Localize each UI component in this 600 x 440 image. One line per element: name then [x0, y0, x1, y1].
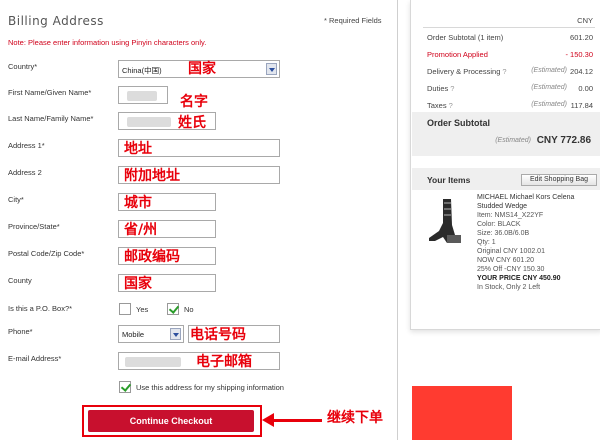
order-summary-panel: CNY Order Subtotal (1 item) 601.20 Promo…	[410, 0, 600, 330]
province-label: Province/State*	[8, 222, 60, 231]
summary-currency: CNY	[577, 16, 593, 25]
help-icon[interactable]: ?	[450, 84, 454, 93]
summary-row-value: - 150.30	[565, 50, 593, 59]
your-items-title: Your Items	[427, 175, 471, 185]
city-label: City*	[8, 195, 24, 204]
order-subtotal-title: Order Subtotal	[427, 118, 491, 128]
province-annotation: 省/州	[124, 222, 158, 238]
phone-type-select[interactable]: Mobile	[118, 325, 184, 343]
po-box-label: Is this a P.O. Box?*	[8, 304, 73, 313]
email-label: E-mail Address*	[8, 354, 62, 363]
summary-row: Taxes? (Estimated) 117.84	[427, 101, 593, 110]
item-size: Size: 36.0B/6.0B	[477, 230, 530, 237]
country-select-value: China(中国)	[122, 66, 162, 75]
summary-row: Order Subtotal (1 item) 601.20	[427, 33, 593, 42]
item-name-line2: Studded Wedge	[477, 203, 528, 210]
item-discount: 25% Off -CNY 150.30	[477, 266, 545, 273]
address1-annotation: 地址	[124, 141, 152, 157]
divider	[423, 27, 595, 28]
country-annotation: 国家	[188, 61, 216, 77]
item-name-line1: MICHAEL Michael Kors Celena	[477, 194, 575, 201]
summary-row-label: Order Subtotal (1 item)	[427, 33, 504, 42]
shoe-thumbnail-icon[interactable]	[425, 195, 465, 247]
item-your-price: YOUR PRICE CNY 450.90	[477, 275, 561, 282]
item-original-price: Original CNY 1002.01	[477, 248, 545, 255]
po-box-yes-checkbox[interactable]	[119, 303, 131, 315]
summary-row: Delivery & Processing? (Estimated) 204.1…	[427, 67, 593, 76]
first-name-annotation: 名字	[180, 94, 208, 110]
summary-row-value: 117.84	[570, 101, 593, 110]
blurred-value	[127, 91, 157, 101]
first-name-input[interactable]	[118, 86, 168, 104]
email-annotation: 电子邮箱	[196, 354, 252, 370]
estimated-tag: (Estimated)	[531, 84, 567, 91]
order-subtotal-value: CNY 772.86	[536, 135, 591, 146]
last-name-label: Last Name/Family Name*	[8, 114, 94, 123]
phone-annotation: 电话号码	[190, 327, 246, 343]
summary-row: Duties? (Estimated) 0.00	[427, 84, 593, 93]
item-color: Color: BLACK	[477, 221, 521, 228]
county-annotation: 国家	[124, 276, 152, 292]
chevron-down-icon[interactable]	[170, 328, 181, 340]
postal-code-annotation: 邮政编码	[124, 249, 180, 265]
redaction-block	[412, 386, 512, 440]
blurred-value	[125, 357, 181, 367]
summary-row: Promotion Applied - 150.30	[427, 50, 593, 59]
address2-annotation: 附加地址	[124, 168, 180, 184]
help-icon[interactable]: ?	[449, 101, 453, 110]
summary-row-label: Delivery & Processing	[427, 67, 501, 76]
continue-checkout-button[interactable]: Continue Checkout	[88, 410, 254, 432]
summary-row-value: 204.12	[570, 67, 593, 76]
edit-shopping-bag-button[interactable]: Edit Shopping Bag	[521, 174, 597, 186]
arrow-shaft	[268, 419, 322, 422]
po-box-no-label: No	[184, 305, 194, 314]
estimated-tag: (Estimated)	[495, 137, 531, 144]
required-fields-note: * Required Fields	[324, 16, 382, 25]
address2-label: Address 2	[8, 168, 42, 177]
city-annotation: 城市	[124, 195, 152, 211]
po-box-yes-label: Yes	[136, 305, 149, 314]
summary-row-value: 601.20	[570, 33, 593, 42]
summary-row-label: Taxes	[427, 101, 447, 110]
estimated-tag: (Estimated)	[531, 101, 567, 108]
item-number: Item: NMS14_X22YF	[477, 212, 544, 219]
first-name-label: First Name/Given Name*	[8, 88, 92, 97]
postal-code-label: Postal Code/Zip Code*	[8, 249, 85, 258]
last-name-annotation: 姓氏	[178, 115, 206, 131]
continue-annotation: 继续下单	[327, 410, 383, 426]
summary-row-label: Duties	[427, 84, 449, 93]
po-box-no-checkbox[interactable]	[167, 303, 179, 315]
estimated-tag: (Estimated)	[531, 67, 567, 74]
country-label: Country*	[8, 62, 38, 71]
chevron-down-icon[interactable]	[266, 63, 277, 75]
form-title: Billing Address	[8, 14, 104, 28]
phone-label: Phone*	[8, 327, 33, 336]
blurred-value	[127, 117, 171, 127]
item-qty: Qty: 1	[477, 239, 496, 246]
phone-type-value: Mobile	[122, 330, 145, 339]
pinyin-note: Note: Please enter information using Pin…	[8, 38, 207, 47]
item-stock-status: In Stock, Only 2 Left	[477, 284, 541, 291]
help-icon[interactable]: ?	[502, 67, 506, 76]
summary-row-value: 0.00	[578, 84, 593, 93]
county-label: County	[8, 276, 32, 285]
summary-row-label: Promotion Applied	[427, 50, 488, 59]
use-for-shipping-label: Use this address for my shipping informa…	[136, 383, 284, 392]
use-for-shipping-checkbox[interactable]	[119, 381, 131, 393]
address1-label: Address 1*	[8, 141, 45, 150]
item-now-price: NOW CNY 601.20	[477, 257, 535, 264]
